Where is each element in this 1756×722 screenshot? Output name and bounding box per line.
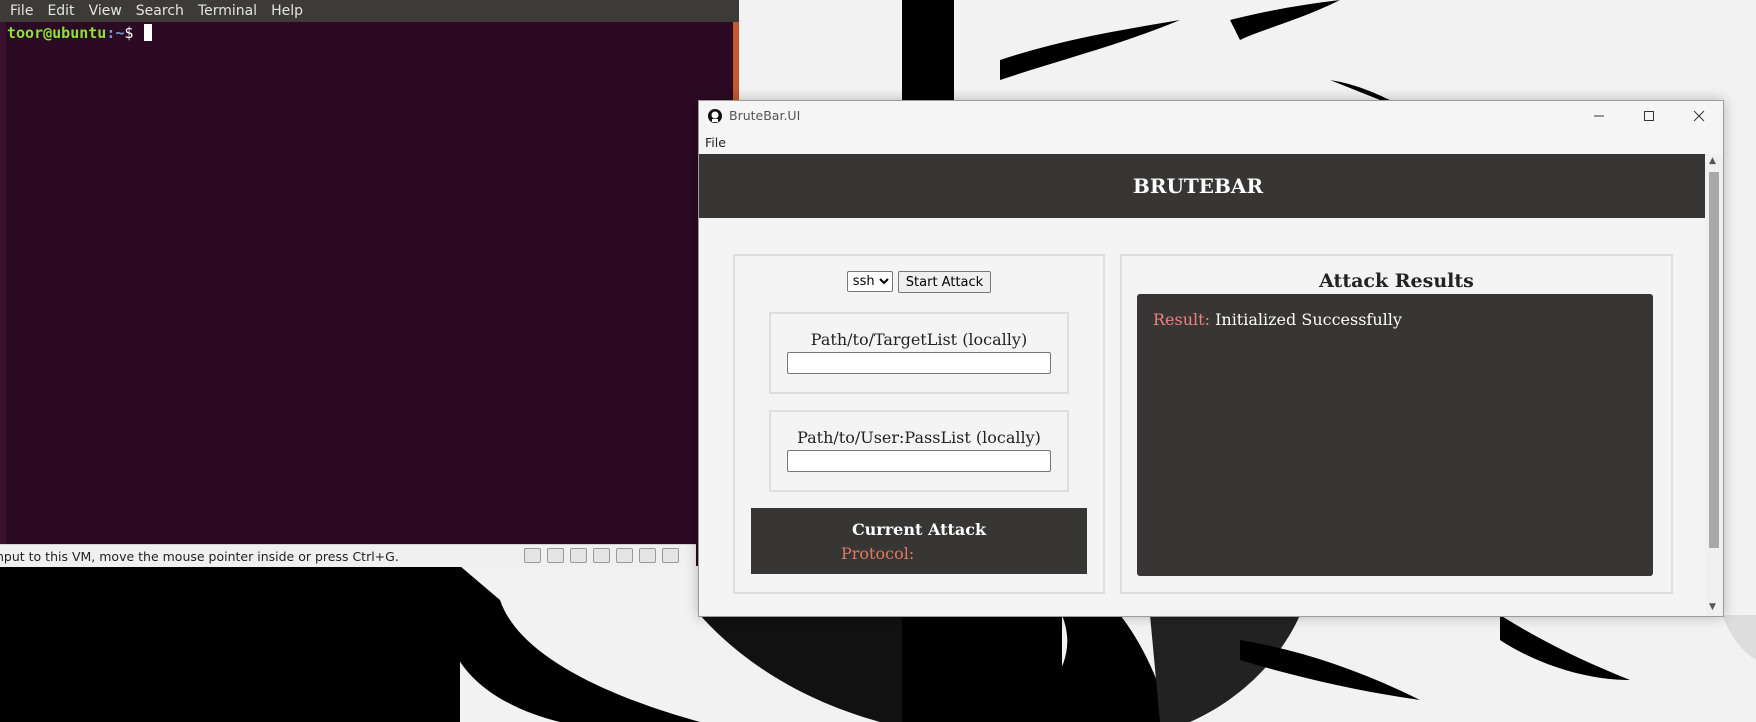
brutebar-window: BruteBar.UI File BRUTEBAR ssh Start Atta… bbox=[698, 100, 1724, 617]
results-title: Attack Results bbox=[1319, 270, 1474, 292]
cdrom-icon[interactable] bbox=[547, 548, 564, 563]
passlist-box: Path/to/User:PassList (locally) bbox=[769, 410, 1069, 492]
terminal-menu-file[interactable]: File bbox=[0, 0, 40, 22]
app-header-title: BRUTEBAR bbox=[1132, 174, 1264, 198]
vm-statusbar: nput to this VM, move the mouse pointer … bbox=[0, 544, 696, 567]
terminal-cursor bbox=[144, 24, 153, 41]
result-value: Initialized Successfully bbox=[1215, 310, 1402, 329]
app-menu-file[interactable]: File bbox=[705, 135, 726, 150]
vm-device-icons bbox=[524, 548, 679, 563]
window-title: BruteBar.UI bbox=[729, 108, 801, 123]
window-titlebar[interactable]: BruteBar.UI bbox=[699, 101, 1723, 131]
attack-config-panel: ssh Start Attack Path/to/TargetList (loc… bbox=[733, 254, 1105, 594]
target-list-label: Path/to/TargetList (locally) bbox=[810, 330, 1028, 349]
minimize-icon bbox=[1594, 115, 1604, 117]
minimize-button[interactable] bbox=[1575, 101, 1623, 131]
page-viewport: BRUTEBAR ssh Start Attack Path/to/Target… bbox=[699, 154, 1705, 616]
vm-terminal-window: File Edit View Search Terminal Help toor… bbox=[0, 0, 739, 567]
vm-status-message: nput to this VM, move the mouse pointer … bbox=[0, 548, 399, 564]
terminal-menu-terminal[interactable]: Terminal bbox=[191, 0, 264, 22]
usb-icon[interactable] bbox=[639, 548, 656, 563]
harddisk-icon[interactable] bbox=[524, 548, 541, 563]
prompt-user-host: toor@ubuntu bbox=[7, 24, 107, 42]
maximize-button[interactable] bbox=[1625, 101, 1673, 131]
target-list-box: Path/to/TargetList (locally) bbox=[769, 312, 1069, 394]
terminal-border bbox=[0, 22, 6, 544]
protocol-select[interactable]: ssh bbox=[846, 271, 893, 292]
prompt-path: :~ bbox=[106, 24, 125, 42]
start-attack-button[interactable]: Start Attack bbox=[897, 271, 992, 293]
target-list-input[interactable] bbox=[787, 352, 1051, 374]
app-header: BRUTEBAR bbox=[699, 154, 1705, 218]
passlist-input[interactable] bbox=[787, 450, 1051, 472]
terminal-menu-help[interactable]: Help bbox=[264, 0, 310, 22]
terminal-menu-search[interactable]: Search bbox=[129, 0, 191, 22]
current-attack-title: Current Attack bbox=[851, 520, 987, 539]
result-line: Result: Initialized Successfully bbox=[1153, 310, 1402, 329]
attack-results-panel: Attack Results Result: Initialized Succe… bbox=[1120, 254, 1673, 594]
result-key: Result: bbox=[1153, 310, 1210, 329]
results-console: Result: Initialized Successfully bbox=[1137, 294, 1653, 576]
close-icon bbox=[1693, 110, 1705, 122]
scrollbar-thumb[interactable] bbox=[1709, 172, 1719, 548]
scroll-down-icon[interactable]: ▼ bbox=[1709, 602, 1716, 612]
terminal-output-area[interactable] bbox=[0, 22, 739, 544]
terminal-menubar: File Edit View Search Terminal Help bbox=[0, 0, 739, 22]
passlist-label: Path/to/User:PassList (locally) bbox=[797, 428, 1041, 447]
maximize-icon bbox=[1644, 111, 1654, 121]
record-icon[interactable] bbox=[662, 548, 679, 563]
scroll-up-icon[interactable]: ▲ bbox=[1709, 156, 1716, 166]
network-icon[interactable] bbox=[570, 548, 587, 563]
printer-icon[interactable] bbox=[593, 548, 610, 563]
vertical-scrollbar[interactable]: ▲ ▼ bbox=[1705, 154, 1723, 616]
app-menubar: File bbox=[699, 131, 1723, 154]
app-icon bbox=[708, 109, 722, 123]
prompt-symbol: $ bbox=[124, 24, 143, 42]
current-attack-box: Current Attack Protocol: bbox=[751, 508, 1087, 574]
protocol-label: Protocol: bbox=[841, 544, 915, 563]
terminal-menu-view[interactable]: View bbox=[82, 0, 129, 22]
terminal-menu-edit[interactable]: Edit bbox=[40, 0, 81, 22]
close-button[interactable] bbox=[1675, 101, 1723, 131]
sound-icon[interactable] bbox=[616, 548, 633, 563]
controls-row: ssh Start Attack bbox=[735, 271, 1103, 293]
terminal-prompt: toor@ubuntu:~$ bbox=[7, 24, 153, 42]
